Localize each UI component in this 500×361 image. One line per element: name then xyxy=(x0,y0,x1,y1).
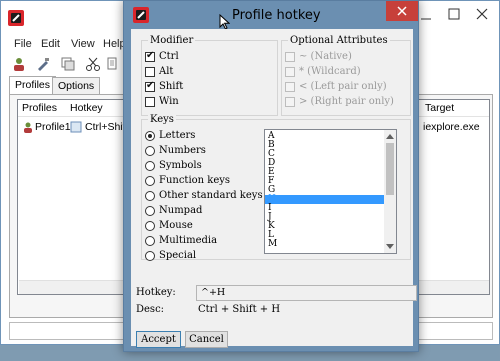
row-profile-name: Profile1 xyxy=(35,121,71,133)
close-icon xyxy=(397,6,407,16)
mouse-cursor-icon xyxy=(219,14,230,30)
tab-profiles[interactable]: Profiles xyxy=(9,76,57,94)
desc-label: Desc: xyxy=(136,304,165,315)
copy-icon[interactable] xyxy=(105,56,121,72)
scroll-thumb[interactable] xyxy=(386,143,394,195)
mouse-radio[interactable] xyxy=(145,221,155,231)
edit-icon[interactable] xyxy=(35,56,51,72)
maximize-icon[interactable] xyxy=(447,7,461,21)
tab-options[interactable]: Options xyxy=(52,77,101,94)
modifier-group: Modifier ✔ Ctrl Alt ✔ Shift Win xyxy=(141,35,278,116)
numbers-radio[interactable] xyxy=(145,146,155,156)
shift-label: Shift xyxy=(159,81,184,92)
scroll-down-icon[interactable] xyxy=(386,244,394,250)
list-item[interactable]: J xyxy=(265,213,384,222)
native-label: ~ (Native) xyxy=(299,51,352,62)
scroll-up-icon[interactable] xyxy=(386,133,394,139)
menu-view[interactable]: View xyxy=(71,38,95,50)
left-pair-label: < (Left pair only) xyxy=(299,81,387,92)
menu-edit[interactable]: Edit xyxy=(41,38,60,50)
menu-file[interactable]: File xyxy=(14,38,32,50)
function-keys-radio[interactable] xyxy=(145,176,155,186)
hotkey-label: Hotkey: xyxy=(136,287,176,298)
column-hotkey[interactable]: Hotkey xyxy=(70,102,103,114)
letters-label: Letters xyxy=(159,130,196,141)
column-profiles[interactable]: Profiles xyxy=(22,102,57,114)
dialog-body: Modifier ✔ Ctrl Alt ✔ Shift Win Optional… xyxy=(131,29,417,348)
menu-bar: File Edit View Help xyxy=(1,38,141,54)
keys-group-title: Keys xyxy=(148,114,176,125)
cut-icon[interactable] xyxy=(85,56,101,72)
profile-hotkey-dialog: Profile hotkey Modifier ✔ Ctrl Alt ✔ Shi… xyxy=(123,0,419,352)
numbers-label: Numbers xyxy=(159,145,206,156)
multimedia-radio[interactable] xyxy=(145,236,155,246)
mouse-label: Mouse xyxy=(159,220,193,231)
keys-listbox[interactable]: A B C D E F G H I J K L M xyxy=(264,129,397,254)
list-item[interactable]: G xyxy=(265,186,384,195)
app-icon xyxy=(8,10,24,26)
ctrl-checkbox[interactable]: ✔ xyxy=(145,50,155,62)
checkmark-icon: ✔ xyxy=(146,80,155,91)
dialog-title: Profile hotkey xyxy=(232,8,321,23)
list-item[interactable]: F xyxy=(265,177,384,186)
hotkey-icon xyxy=(70,121,82,133)
list-item[interactable]: I xyxy=(265,204,384,213)
other-standard-keys-radio[interactable] xyxy=(145,191,155,201)
numpad-radio[interactable] xyxy=(145,206,155,216)
ctrl-label: Ctrl xyxy=(159,51,179,62)
shift-checkbox[interactable]: ✔ xyxy=(145,80,155,92)
column-target[interactable]: Target xyxy=(425,102,454,114)
modifier-group-title: Modifier xyxy=(148,35,196,46)
desc-value: Ctrl + Shift + H xyxy=(198,304,281,315)
row-target: iexplore.exe xyxy=(423,121,480,133)
native-checkbox[interactable] xyxy=(285,52,295,62)
list-item[interactable]: C xyxy=(265,150,384,159)
other-standard-keys-label: Other standard keys xyxy=(159,190,263,201)
list-item[interactable]: B xyxy=(265,141,384,150)
wildcard-checkbox[interactable] xyxy=(285,67,295,77)
close-icon[interactable] xyxy=(475,7,489,21)
dialog-titlebar[interactable]: Profile hotkey xyxy=(124,1,418,30)
function-keys-label: Function keys xyxy=(159,175,231,186)
alt-checkbox[interactable] xyxy=(145,67,155,77)
add-profile-icon[interactable] xyxy=(11,56,27,72)
app-icon xyxy=(133,7,149,23)
accept-button[interactable]: Accept xyxy=(136,331,181,348)
right-pair-checkbox[interactable] xyxy=(285,97,295,107)
wildcard-label: * (Wildcard) xyxy=(299,66,361,77)
multimedia-label: Multimedia xyxy=(159,235,218,246)
symbols-label: Symbols xyxy=(159,160,202,171)
symbols-radio[interactable] xyxy=(145,161,155,171)
alt-label: Alt xyxy=(159,66,174,77)
special-label: Special xyxy=(159,250,197,261)
special-radio[interactable] xyxy=(145,251,155,261)
list-item[interactable]: L xyxy=(265,231,384,240)
list-item-selected[interactable]: H xyxy=(265,195,384,204)
minimize-icon[interactable] xyxy=(419,11,433,21)
win-checkbox[interactable] xyxy=(145,97,155,107)
win-label: Win xyxy=(159,96,179,107)
cancel-button[interactable]: Cancel xyxy=(185,331,228,348)
list-item[interactable]: K xyxy=(265,222,384,231)
dialog-close-button[interactable] xyxy=(386,1,418,21)
profile-icon xyxy=(24,122,32,133)
list-item[interactable]: E xyxy=(265,168,384,177)
hotkey-field[interactable]: ^+H xyxy=(196,285,417,301)
keys-scrollbar[interactable] xyxy=(384,130,396,253)
toolbar xyxy=(5,56,125,74)
optional-attributes-title: Optional Attributes xyxy=(288,35,390,46)
duplicate-icon[interactable] xyxy=(60,56,76,72)
left-pair-checkbox[interactable] xyxy=(285,82,295,92)
numpad-label: Numpad xyxy=(159,205,203,216)
list-item[interactable]: A xyxy=(265,132,384,141)
right-pair-label: > (Right pair only) xyxy=(299,96,394,107)
letters-radio[interactable] xyxy=(145,131,155,141)
list-item[interactable]: D xyxy=(265,159,384,168)
checkmark-icon: ✔ xyxy=(146,50,155,61)
list-item[interactable]: M xyxy=(265,240,384,249)
optional-attributes-group: Optional Attributes ~ (Native) * (Wildca… xyxy=(281,35,411,116)
